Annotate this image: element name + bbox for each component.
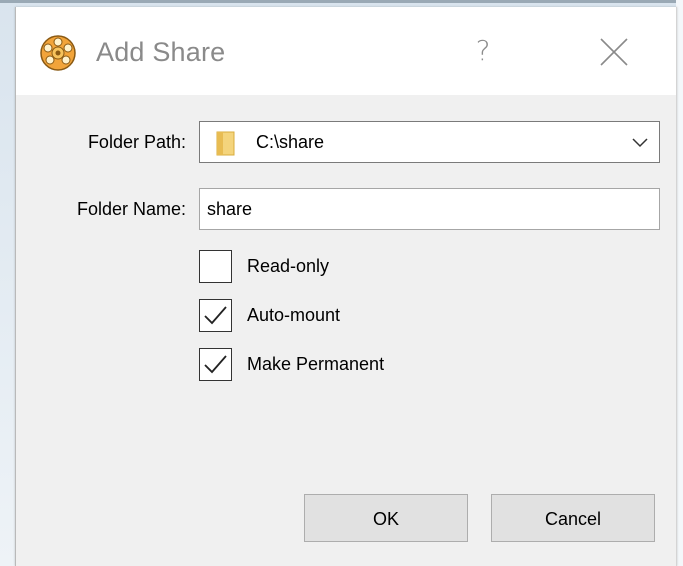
help-button[interactable]: ? xyxy=(468,33,498,69)
close-icon[interactable] xyxy=(596,34,632,70)
make-permanent-checkbox[interactable] xyxy=(199,348,232,381)
background-strip xyxy=(676,0,683,566)
virtualbox-gear-icon xyxy=(40,35,76,71)
title-bar[interactable]: Add Share ? xyxy=(16,7,676,95)
folder-icon xyxy=(216,131,235,156)
folder-name-input[interactable] xyxy=(199,188,660,230)
auto-mount-label: Auto-mount xyxy=(247,305,341,325)
folder-path-label: Folder Path: xyxy=(87,132,186,152)
checkmark-icon xyxy=(204,306,227,325)
auto-mount-checkbox[interactable] xyxy=(199,299,232,332)
checkmark-icon xyxy=(204,355,227,374)
folder-path-select[interactable]: C:\share xyxy=(199,121,660,163)
read-only-checkbox[interactable] xyxy=(199,250,232,283)
chevron-down-icon xyxy=(632,138,648,148)
auto-mount-option[interactable]: Auto-mount xyxy=(199,299,499,335)
read-only-label: Read-only xyxy=(247,256,330,276)
make-permanent-option[interactable]: Make Permanent xyxy=(199,348,499,384)
add-share-dialog: Add Share ? Folder Path: C:\share Folder… xyxy=(15,7,677,566)
window-top-edge xyxy=(0,0,683,3)
folder-path-value: C:\share xyxy=(256,132,325,152)
folder-name-label: Folder Name: xyxy=(76,199,186,219)
dialog-title: Add Share xyxy=(96,37,226,67)
read-only-option[interactable]: Read-only xyxy=(199,250,499,286)
make-permanent-label: Make Permanent xyxy=(247,354,385,374)
ok-button[interactable]: OK xyxy=(304,494,468,542)
cancel-button[interactable]: Cancel xyxy=(491,494,655,542)
